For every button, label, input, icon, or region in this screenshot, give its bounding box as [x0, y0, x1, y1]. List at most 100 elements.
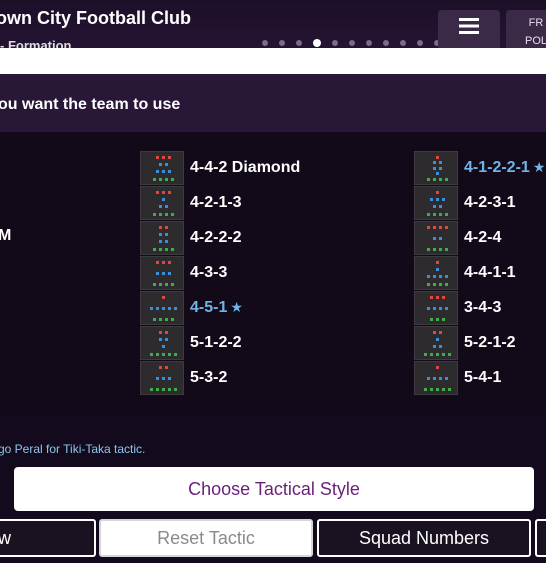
formation-option[interactable]: 5-3-2 [140, 360, 300, 395]
player-dot [429, 352, 433, 356]
formation-diagram-icon [140, 150, 184, 185]
next-button[interactable] [535, 519, 546, 557]
formation-option[interactable]: 4-3-3 [140, 255, 300, 290]
player-dot [164, 225, 168, 229]
page-dot[interactable] [349, 40, 355, 46]
page-dot[interactable] [332, 40, 338, 46]
white-band [0, 48, 546, 74]
player-dot [423, 387, 427, 391]
formation-diagram-icon [414, 360, 458, 395]
player-dot [149, 387, 153, 391]
player-dot [435, 267, 439, 271]
player-dot [170, 212, 174, 216]
player-dot [164, 232, 168, 236]
player-dot [435, 155, 439, 159]
player-dot [152, 212, 156, 216]
formation-label: 4-5-1 [190, 298, 228, 316]
page-dot[interactable] [417, 40, 423, 46]
player-dot [441, 295, 445, 299]
player-dot [167, 271, 171, 275]
formation-option[interactable]: 5-4-1 [414, 360, 545, 395]
formation-diagram-icon [140, 325, 184, 360]
fr-sublabel: POL [524, 35, 546, 47]
formations-panel: M 4-4-2 Diamond 4-2-1-3 4-2-2-2 4-3-3 4-5-1 ★… [0, 132, 546, 414]
formation-option[interactable]: 4-2-3-1 [414, 185, 545, 220]
page-dot[interactable] [383, 40, 389, 46]
player-dot [426, 212, 430, 216]
formation-label: 4-1-2-2-1 [464, 158, 530, 176]
star-icon: ★ [532, 159, 546, 175]
player-dot [158, 205, 162, 209]
bottom-button-row: w Reset Tactic Squad Numbers [0, 519, 546, 557]
formation-right-button[interactable]: FR POL [506, 10, 546, 48]
player-dot [429, 317, 433, 321]
formation-option[interactable]: 4-2-4 [414, 220, 545, 255]
player-dot [155, 190, 159, 194]
formation-label: 5-2-1-2 [464, 333, 516, 351]
formation-option[interactable]: 4-2-1-3 [140, 185, 300, 220]
page-dot[interactable] [262, 40, 268, 46]
page-dot[interactable] [279, 40, 285, 46]
overview-button[interactable]: w [0, 519, 96, 557]
squad-numbers-label: Squad Numbers [358, 527, 490, 548]
player-dot [158, 337, 162, 341]
player-dot [432, 376, 436, 380]
player-dot [438, 345, 442, 349]
fr-label: FR [528, 17, 544, 29]
player-dot [432, 275, 436, 279]
player-dot [438, 376, 442, 380]
player-dot [438, 282, 442, 286]
formation-option[interactable]: 4-4-1-1 [414, 255, 545, 290]
formation-option[interactable]: 4-4-2 Diamond [140, 150, 300, 185]
player-dot [155, 260, 159, 264]
player-dot [167, 306, 171, 310]
player-dot [164, 212, 168, 216]
page-dot[interactable] [296, 40, 302, 46]
formation-label: 4-2-2-2 [190, 228, 242, 246]
player-dot [155, 352, 159, 356]
formation-option[interactable]: 5-2-1-2 [414, 325, 545, 360]
player-dot [432, 205, 436, 209]
formation-option[interactable]: 4-1-2-2-1 ★ [414, 150, 545, 185]
player-dot [167, 376, 171, 380]
choose-tactical-style-button[interactable]: Choose Tactical Style [14, 467, 534, 511]
reset-tactic-button[interactable]: Reset Tactic [99, 519, 313, 557]
player-dot [432, 282, 436, 286]
player-dot [149, 306, 153, 310]
squad-numbers-button[interactable]: Squad Numbers [317, 519, 531, 557]
player-dot [432, 236, 436, 240]
player-dot [432, 306, 436, 310]
player-dot [438, 306, 442, 310]
player-dot [435, 190, 439, 194]
player-dot [441, 197, 445, 201]
player-dot [161, 387, 165, 391]
player-dot [438, 330, 442, 334]
player-dot [438, 177, 442, 181]
player-dot [435, 365, 439, 369]
page-dot[interactable] [313, 39, 321, 47]
player-dot [152, 177, 156, 181]
player-dot [158, 162, 162, 166]
player-dot [426, 376, 430, 380]
page-dot[interactable] [366, 40, 372, 46]
player-dot [155, 170, 159, 174]
player-dot [435, 387, 439, 391]
player-dot [164, 282, 168, 286]
player-dot [441, 387, 445, 391]
formation-diagram-icon [140, 290, 184, 325]
player-dot [161, 295, 165, 299]
formation-option[interactable]: 5-1-2-2 [140, 325, 300, 360]
player-dot [152, 247, 156, 251]
player-dot [158, 240, 162, 244]
overview-button-label: w [0, 528, 11, 549]
player-dot [161, 190, 165, 194]
formation-option[interactable]: 4-5-1 ★ [140, 290, 300, 325]
player-dot [429, 197, 433, 201]
player-dot [435, 352, 439, 356]
player-dot [167, 260, 171, 264]
formation-diagram-icon [414, 150, 458, 185]
page-dot[interactable] [400, 40, 406, 46]
formation-option[interactable]: 3-4-3 [414, 290, 545, 325]
menu-button[interactable] [438, 10, 500, 48]
formation-option[interactable]: 4-2-2-2 [140, 220, 300, 255]
